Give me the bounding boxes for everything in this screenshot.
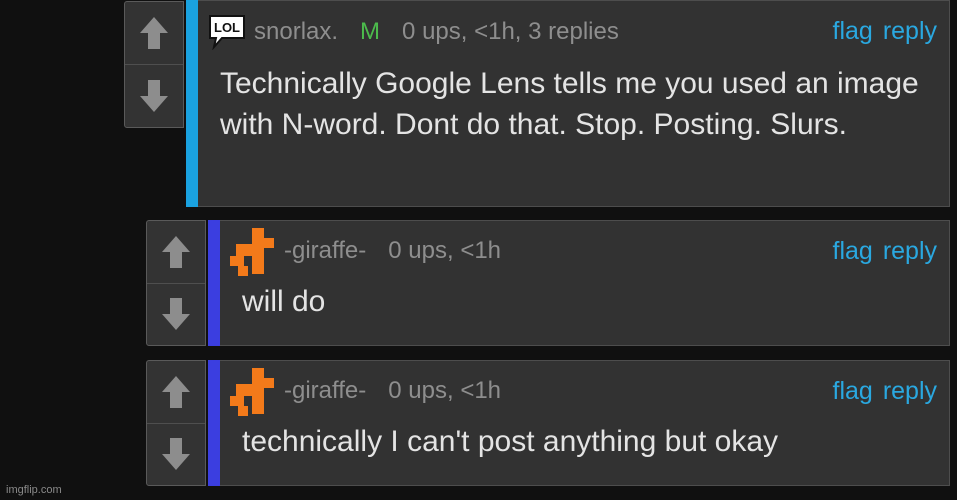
lol-speech-bubble-icon[interactable]: LOL [208, 14, 246, 50]
comment-thread-bar [186, 0, 198, 207]
comment-1: LOL snorlax. M 0 ups, <1h, 3 replies fla… [124, 0, 950, 207]
comment-body-wrap: -giraffe- 0 ups, <1h flag reply will do [208, 220, 950, 346]
arrow-up-icon [162, 235, 190, 268]
comment-meta: 0 ups, <1h [388, 377, 502, 404]
upvote-button[interactable] [147, 221, 205, 283]
vote-box [146, 220, 206, 346]
username[interactable]: -giraffe- [284, 237, 366, 265]
comment-text: Technically Google Lens tells me you use… [220, 67, 919, 141]
svg-text:LOL: LOL [214, 20, 240, 35]
mod-badge: M [360, 18, 381, 45]
comment-actions: flag reply [833, 17, 938, 46]
comment-thread-bar [208, 360, 220, 486]
upvote-button[interactable] [125, 2, 183, 64]
comment-card: -giraffe- 0 ups, <1h flag reply technica… [220, 360, 950, 486]
arrow-down-icon [140, 80, 168, 112]
comment-actions: flag reply [833, 377, 938, 406]
downvote-button[interactable] [147, 282, 205, 346]
comment-card: -giraffe- 0 ups, <1h flag reply will do [220, 220, 950, 346]
reply-link[interactable]: reply [883, 237, 937, 266]
username[interactable]: snorlax. [254, 18, 338, 46]
downvote-button[interactable] [125, 64, 183, 127]
comment-thread-bar [208, 220, 220, 346]
comment-body-wrap: LOL snorlax. M 0 ups, <1h, 3 replies fla… [186, 0, 950, 207]
arrow-up-icon [140, 17, 168, 49]
orange-giraffe-icon[interactable] [230, 364, 276, 418]
vote-box [124, 1, 184, 128]
upvote-button[interactable] [147, 361, 205, 423]
comment-actions: flag reply [833, 237, 938, 266]
comment-2: -giraffe- 0 ups, <1h flag reply will do [146, 220, 950, 346]
comment-text: will do [242, 285, 326, 318]
arrow-down-icon [162, 298, 190, 331]
comment-card: LOL snorlax. M 0 ups, <1h, 3 replies fla… [198, 0, 950, 207]
reply-link[interactable]: reply [883, 17, 937, 46]
username[interactable]: -giraffe- [284, 377, 366, 405]
flag-link[interactable]: flag [833, 17, 873, 46]
comment-meta: 0 ups, <1h [388, 237, 502, 264]
downvote-button[interactable] [147, 422, 205, 486]
flag-link[interactable]: flag [833, 377, 873, 406]
vote-box [146, 360, 206, 486]
watermark: imgflip.com [6, 484, 62, 496]
orange-giraffe-icon[interactable] [230, 224, 276, 278]
reply-link[interactable]: reply [883, 377, 937, 406]
flag-link[interactable]: flag [833, 237, 873, 266]
arrow-down-icon [162, 438, 190, 471]
comment-body-wrap: -giraffe- 0 ups, <1h flag reply technica… [208, 360, 950, 486]
comment-meta: 0 ups, <1h, 3 replies [402, 18, 619, 45]
comment-text: technically I can't post anything but ok… [242, 425, 779, 458]
comment-3: -giraffe- 0 ups, <1h flag reply technica… [146, 360, 950, 486]
arrow-up-icon [162, 375, 190, 408]
